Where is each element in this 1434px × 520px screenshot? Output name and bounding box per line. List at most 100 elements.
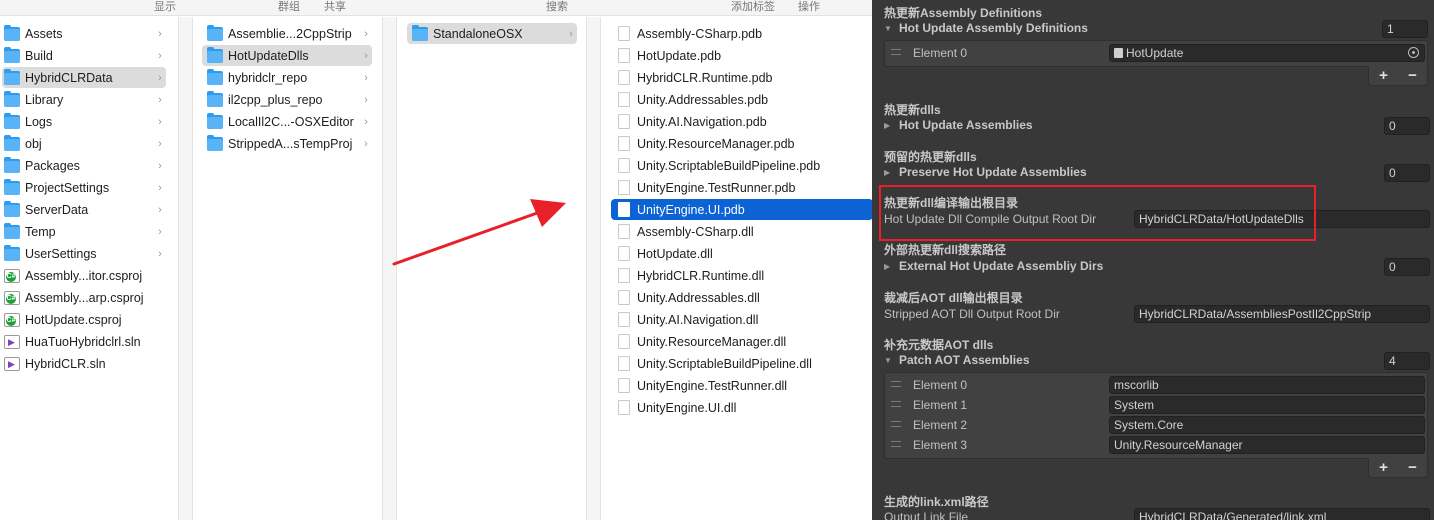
finder-column-standaloneosx: Assembly-CSharp.pdb HotUpdate.pdb HybridCL… — [601, 17, 873, 520]
element-label: Element 3 — [913, 438, 968, 452]
chevron-right-icon: › — [158, 49, 162, 62]
file-row[interactable]: Unity.ScriptableBuildPipeline.pdb — [611, 155, 873, 176]
hot-update-assembly-definitions-foldout[interactable]: ▼ Hot Update Assembly Definitions — [884, 21, 1088, 35]
file-row[interactable]: obj › — [2, 133, 166, 154]
hot-update-assemblies-foldout[interactable]: ▶ Hot Update Assemblies — [884, 118, 1033, 132]
stripped-aot-output-dir-field[interactable]: HybridCLRData/AssembliesPostIl2CppStrip — [1134, 305, 1430, 323]
file-row[interactable]: Assembly...itor.csproj — [2, 265, 166, 286]
file-row[interactable]: Assets › — [2, 23, 166, 44]
list-item[interactable]: Element 1 System — [885, 396, 1427, 416]
patch-aot-assemblies-foldout[interactable]: ▼ Patch AOT Assemblies — [884, 353, 1030, 367]
file-row[interactable]: hybridclr_repo › — [202, 67, 372, 88]
list-item[interactable]: Element 0 HotUpdate — [885, 44, 1427, 64]
object-picker-icon[interactable] — [1408, 47, 1419, 58]
assembly-name-field[interactable]: System — [1109, 396, 1425, 414]
folder-icon — [207, 24, 223, 41]
assembly-name-field[interactable]: mscorlib — [1109, 376, 1425, 394]
output-link-file-field[interactable]: HybridCLRData/Generated/link.xml — [1134, 508, 1430, 520]
file-row[interactable]: UnityEngine.UI.pdb — [611, 199, 873, 220]
file-row[interactable]: Assembly-CSharp.dll — [611, 221, 873, 242]
file-row[interactable]: HotUpdate.csproj — [2, 309, 166, 330]
file-row[interactable]: il2cpp_plus_repo › — [202, 89, 372, 110]
drag-handle-icon[interactable] — [891, 441, 901, 447]
foldout-label: External Hot Update Assembliy Dirs — [899, 259, 1104, 273]
file-row[interactable]: Assembly-CSharp.pdb — [611, 23, 873, 44]
document-icon — [618, 26, 630, 41]
array-size-field[interactable]: 1 — [1382, 20, 1428, 38]
preserve-hot-update-assemblies-foldout[interactable]: ▶ Preserve Hot Update Assemblies — [884, 165, 1087, 179]
file-row[interactable]: UnityEngine.TestRunner.pdb — [611, 177, 873, 198]
toolbar-share[interactable]: 共享 — [324, 0, 346, 14]
drag-handle-icon[interactable] — [891, 381, 901, 387]
add-element-button[interactable]: + — [1379, 459, 1388, 476]
chevron-right-icon: › — [364, 137, 368, 150]
file-row[interactable]: LocalIl2C...-OSXEditor › — [202, 111, 372, 132]
file-row[interactable]: HotUpdate.dll — [611, 243, 873, 264]
folder-icon — [207, 90, 223, 107]
document-icon — [618, 202, 630, 217]
external-hot-update-dirs-foldout[interactable]: ▶ External Hot Update Assembliy Dirs — [884, 259, 1103, 273]
list-item[interactable]: Element 0 mscorlib — [885, 376, 1427, 396]
file-row[interactable]: HybridCLR.Runtime.dll — [611, 265, 873, 286]
list-item[interactable]: Element 3 Unity.ResourceManager — [885, 436, 1427, 456]
file-row[interactable]: HuaTuoHybridclrl.sln — [2, 331, 166, 352]
add-element-button[interactable]: + — [1379, 67, 1388, 84]
file-name: UnityEngine.UI.pdb — [637, 202, 745, 217]
file-row[interactable]: Unity.ResourceManager.pdb — [611, 133, 873, 154]
file-row[interactable]: ServerData › — [2, 199, 166, 220]
file-name: ServerData — [25, 202, 89, 217]
chevron-right-icon: › — [364, 115, 368, 128]
file-row[interactable]: Assemblie...2CppStrip › — [202, 23, 372, 44]
toolbar-search[interactable]: 搜索 — [546, 0, 568, 14]
file-row[interactable]: ProjectSettings › — [2, 177, 166, 198]
file-row[interactable]: UnityEngine.UI.dll — [611, 397, 873, 418]
drag-handle-icon[interactable] — [891, 421, 901, 427]
file-row[interactable]: Build › — [2, 45, 166, 66]
array-size-field[interactable]: 4 — [1384, 352, 1430, 370]
file-row[interactable]: Unity.Addressables.dll — [611, 287, 873, 308]
toolbar-view[interactable]: 显示 — [154, 0, 176, 14]
list-item[interactable]: Element 2 System.Core — [885, 416, 1427, 436]
file-row[interactable]: HotUpdateDlls › — [202, 45, 372, 66]
file-row[interactable]: Logs › — [2, 111, 166, 132]
file-row[interactable]: Temp › — [2, 221, 166, 242]
file-row[interactable]: HybridCLR.sln — [2, 353, 166, 374]
finder-toolbar: 显示 群组 共享 搜索 添加标签 操作 — [0, 0, 872, 16]
chevron-right-icon: › — [364, 93, 368, 106]
file-row[interactable]: Unity.Addressables.pdb — [611, 89, 873, 110]
file-row[interactable]: Packages › — [2, 155, 166, 176]
remove-element-button[interactable]: − — [1408, 67, 1417, 84]
drag-handle-icon[interactable] — [891, 49, 901, 55]
array-list: Element 0 mscorlib Element 1 System Elem… — [884, 372, 1428, 459]
file-row[interactable]: Unity.AI.Navigation.dll — [611, 309, 873, 330]
file-row[interactable]: Library › — [2, 89, 166, 110]
file-row[interactable]: Assembly...arp.csproj — [2, 287, 166, 308]
column-divider[interactable] — [382, 17, 383, 520]
file-row[interactable]: UnityEngine.TestRunner.dll — [611, 375, 873, 396]
drag-handle-icon[interactable] — [891, 401, 901, 407]
document-icon — [618, 92, 630, 107]
column-divider[interactable] — [586, 17, 587, 520]
assembly-name-field[interactable]: System.Core — [1109, 416, 1425, 434]
assembly-name-field[interactable]: Unity.ResourceManager — [1109, 436, 1425, 454]
file-row[interactable]: Unity.ResourceManager.dll — [611, 331, 873, 352]
folder-icon — [207, 112, 223, 129]
solution-file-icon — [4, 356, 20, 371]
remove-element-button[interactable]: − — [1408, 459, 1417, 476]
file-row[interactable]: Unity.AI.Navigation.pdb — [611, 111, 873, 132]
file-row[interactable]: HotUpdate.pdb — [611, 45, 873, 66]
array-size-field[interactable]: 0 — [1384, 164, 1430, 182]
array-size-field[interactable]: 0 — [1384, 258, 1430, 276]
array-size-field[interactable]: 0 — [1384, 117, 1430, 135]
toolbar-action[interactable]: 操作 — [798, 0, 820, 14]
file-row[interactable]: StandaloneOSX › — [407, 23, 577, 44]
assembly-object-field[interactable]: HotUpdate — [1109, 44, 1425, 62]
file-row[interactable]: HybridCLR.Runtime.pdb — [611, 67, 873, 88]
file-row[interactable]: UserSettings › — [2, 243, 166, 264]
file-row[interactable]: HybridCLRData › — [2, 67, 166, 88]
file-row[interactable]: Unity.ScriptableBuildPipeline.dll — [611, 353, 873, 374]
toolbar-add-tag[interactable]: 添加标签 — [731, 0, 775, 14]
file-row[interactable]: StrippedA...sTempProj › — [202, 133, 372, 154]
column-divider[interactable] — [178, 17, 179, 520]
toolbar-group[interactable]: 群组 — [278, 0, 300, 14]
